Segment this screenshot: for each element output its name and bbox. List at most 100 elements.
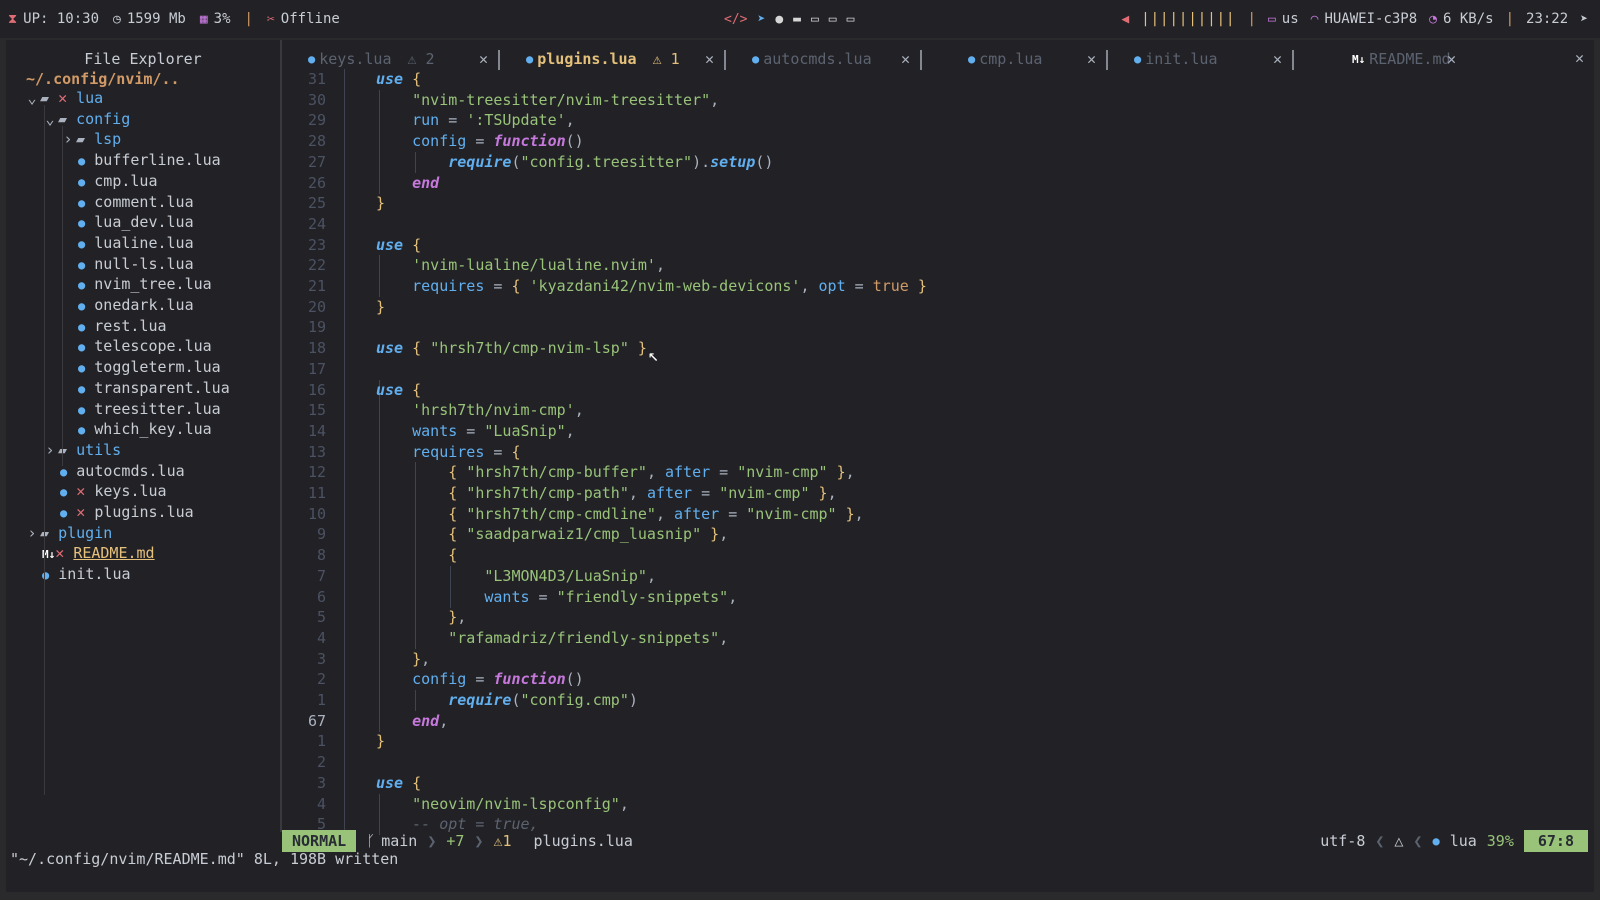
code-line: 30 "nvim-treesitter/nvim-treesitter", bbox=[282, 89, 1582, 111]
tree-file[interactable]: ● transparent.lua bbox=[78, 378, 230, 399]
send-icon[interactable]: ➤ bbox=[1580, 12, 1588, 27]
tree-file[interactable]: ● toggleterm.lua bbox=[78, 357, 221, 378]
tree-file[interactable]: ● cmp.lua bbox=[78, 171, 157, 192]
volume-icon[interactable]: ◀ bbox=[1121, 12, 1129, 27]
code-line: 19 bbox=[282, 317, 1582, 339]
code-token: } bbox=[637, 339, 647, 358]
firefox-icon[interactable]: ● bbox=[775, 12, 783, 27]
code-token: () bbox=[565, 132, 584, 151]
tree-file[interactable]: ● init.lua bbox=[42, 564, 131, 585]
telegram-icon[interactable]: ➤ bbox=[757, 12, 765, 27]
line-number: 3 bbox=[316, 649, 326, 668]
code-line: 14 wants = "LuaSnip", bbox=[282, 420, 1582, 442]
tab-label: keys.lua bbox=[319, 50, 392, 68]
volume-bars[interactable]: |||||||||| bbox=[1141, 11, 1235, 27]
indent-guide bbox=[344, 296, 345, 318]
indent-guide bbox=[344, 317, 345, 339]
tree-file[interactable]: M↓✕ README.md bbox=[42, 543, 155, 564]
tree-file[interactable]: ● ✕ keys.lua bbox=[60, 481, 167, 502]
tree-file[interactable]: ● onedark.lua bbox=[78, 295, 194, 316]
close-icon[interactable]: ✕ bbox=[1447, 50, 1456, 68]
code-token: { bbox=[448, 546, 458, 565]
indent-guide bbox=[344, 627, 345, 649]
tree-file[interactable]: ● rest.lua bbox=[78, 316, 167, 337]
tree-file[interactable]: ● autocmds.lua bbox=[60, 461, 185, 482]
line-number: 31 bbox=[307, 70, 326, 88]
code-token: after bbox=[674, 504, 720, 523]
code-token: , bbox=[619, 794, 629, 813]
tree-item-label: autocmds.lua bbox=[76, 461, 185, 480]
code-token: ( bbox=[511, 691, 521, 709]
tree-folder[interactable]: ⌄ ▰ ✕ lua bbox=[24, 88, 103, 109]
code-icon[interactable]: </> bbox=[724, 12, 747, 27]
code-text: 'nvim-lualine/lualine.nvim', bbox=[376, 255, 665, 276]
indent-guide bbox=[344, 772, 345, 794]
code-token: use bbox=[376, 339, 404, 358]
tree-file[interactable]: ● lualine.lua bbox=[78, 233, 194, 254]
code-line: 12 { "hrsh7th/cmp-buffer", after = "nvim… bbox=[282, 462, 1582, 484]
tree-file[interactable]: ● bufferline.lua bbox=[78, 150, 221, 171]
code-line: 3 use { bbox=[282, 772, 1582, 794]
tree-item-label: plugin bbox=[58, 523, 113, 542]
tree-item-label: telescope.lua bbox=[94, 337, 212, 356]
network-status[interactable]: ✂ Offline bbox=[267, 11, 340, 27]
code-token: } bbox=[412, 649, 422, 668]
chevron-left-icon: ❮ bbox=[1375, 832, 1385, 850]
hourglass-icon: ⧗ bbox=[8, 11, 18, 27]
line-number: 8 bbox=[316, 546, 326, 565]
indent-guide bbox=[344, 710, 345, 732]
tree-folder[interactable]: ›▰ utils bbox=[42, 440, 121, 461]
code-token: use bbox=[376, 235, 404, 254]
wifi[interactable]: ◠ HUAWEI-c3P8 bbox=[1311, 11, 1418, 27]
code-line: 23 use { bbox=[282, 234, 1582, 256]
tree-folder[interactable]: › ▰ lsp bbox=[60, 129, 121, 150]
code-token: ':TSUpdate' bbox=[466, 111, 566, 130]
code-line: 11 { "hrsh7th/cmp-path", after = "nvim-c… bbox=[282, 483, 1582, 504]
indent-guide bbox=[344, 172, 345, 194]
explorer-root-path[interactable]: ~/.config/nvim/.. bbox=[26, 70, 180, 88]
modified-icon: ✕ bbox=[76, 503, 86, 521]
folder-icon[interactable]: ▬ bbox=[793, 12, 801, 27]
close-icon[interactable]: ✕ bbox=[1087, 50, 1096, 68]
tree-file[interactable]: ● lua_dev.lua bbox=[78, 212, 194, 233]
close-icon[interactable]: ✕ bbox=[1575, 49, 1584, 67]
monitor-icon[interactable]: ▭ bbox=[847, 12, 855, 27]
tree-file[interactable]: ● telescope.lua bbox=[78, 336, 212, 357]
chevron-right-icon: ❯ bbox=[427, 832, 437, 850]
tree-folder[interactable]: ›▰ plugin bbox=[24, 523, 112, 544]
code-token: , bbox=[646, 463, 665, 482]
code-text: requires = { 'kyazdani42/nvim-web-devico… bbox=[376, 276, 927, 297]
keyboard-layout[interactable]: ▭ us bbox=[1268, 11, 1299, 27]
tree-file[interactable]: ● which_key.lua bbox=[78, 419, 212, 440]
tree-folder[interactable]: ⌄ ▰ config bbox=[42, 109, 130, 130]
tree-file[interactable]: ● treesitter.lua bbox=[78, 399, 221, 420]
code-text: "rafamadriz/friendly-snippets", bbox=[376, 628, 728, 649]
code-token: wants bbox=[412, 421, 458, 440]
close-icon[interactable]: ✕ bbox=[479, 50, 488, 68]
code-line: 16 use { bbox=[282, 379, 1582, 401]
code-line: 9 { "saadparwaiz1/cmp_luasnip" }, bbox=[282, 524, 1582, 546]
tree-file[interactable]: ● comment.lua bbox=[78, 192, 194, 213]
code-text: { "saadparwaiz1/cmp_luasnip" }, bbox=[376, 524, 728, 545]
close-icon[interactable]: ✕ bbox=[705, 50, 714, 68]
tree-file[interactable]: ● null-ls.lua bbox=[78, 254, 194, 275]
code-token: config bbox=[412, 132, 467, 151]
code-line: 27 require("config.treesitter").setup() bbox=[282, 151, 1582, 173]
close-icon[interactable]: ✕ bbox=[901, 50, 910, 68]
tree-file[interactable]: ● ✕ plugins.lua bbox=[60, 502, 194, 523]
monitor-icon[interactable]: ▭ bbox=[811, 12, 819, 27]
indent-guide bbox=[344, 69, 345, 90]
close-icon[interactable]: ✕ bbox=[1273, 50, 1282, 68]
tree-item-label: lua_dev.lua bbox=[94, 213, 194, 232]
code-token: { bbox=[412, 235, 422, 254]
code-editor[interactable]: 31 use {30 "nvim-treesitter/nvim-treesitt… bbox=[282, 68, 1594, 842]
tree-file[interactable]: ● nvim_tree.lua bbox=[78, 274, 212, 295]
monitor-icon[interactable]: ▭ bbox=[829, 12, 837, 27]
tab-warning-badge: ⚠ 2 bbox=[407, 50, 435, 68]
code-text: }, bbox=[376, 607, 466, 628]
tree-item-label: onedark.lua bbox=[94, 296, 194, 314]
modified-icon: ✕ bbox=[76, 482, 86, 501]
